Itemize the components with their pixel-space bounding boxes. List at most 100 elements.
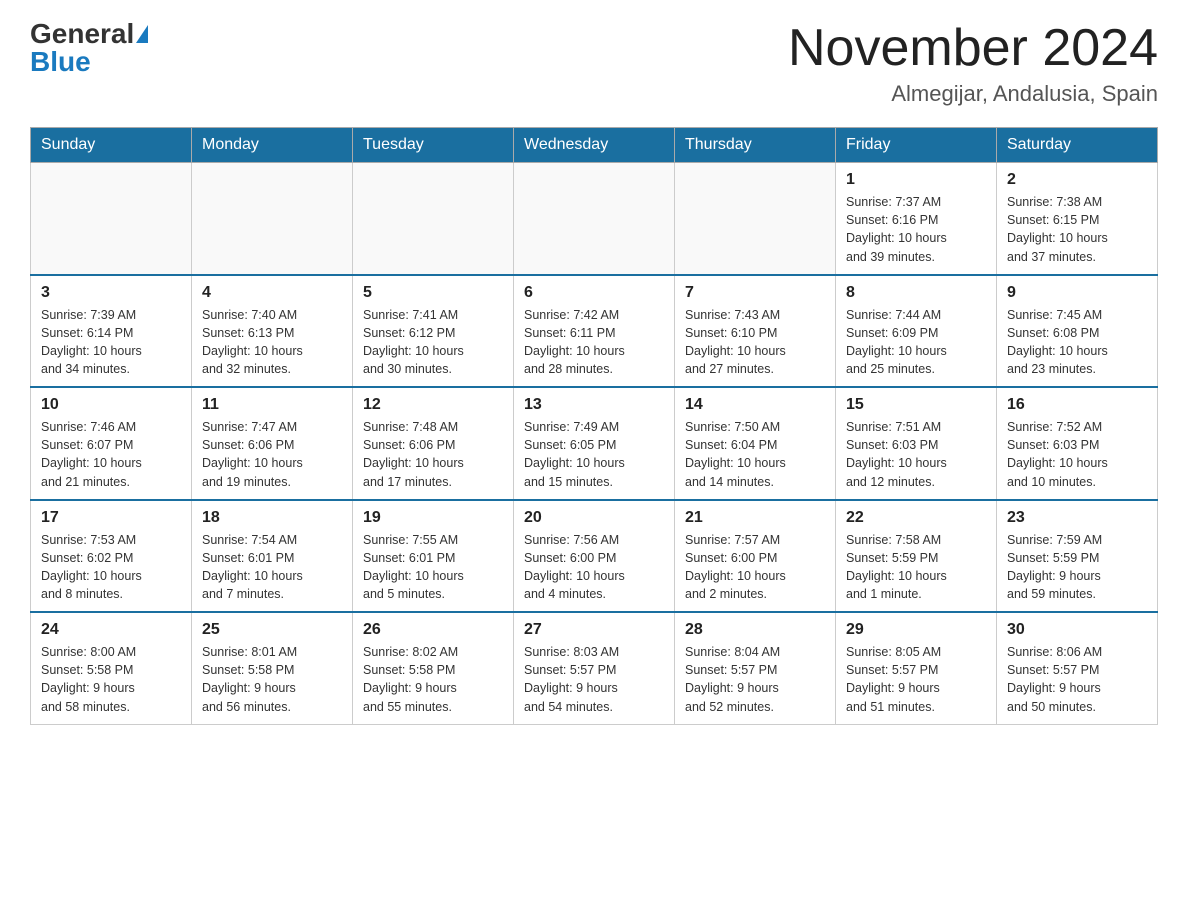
day-number: 24 (41, 621, 181, 639)
day-number: 19 (363, 509, 503, 527)
day-number: 4 (202, 284, 342, 302)
day-number: 7 (685, 284, 825, 302)
day-number: 6 (524, 284, 664, 302)
calendar-cell: 18 Sunrise: 7:54 AMSunset: 6:01 PMDayligh… (192, 500, 353, 613)
column-header-wednesday: Wednesday (514, 128, 675, 163)
day-number: 16 (1007, 396, 1147, 414)
calendar-week-row: 3 Sunrise: 7:39 AMSunset: 6:14 PMDaylight… (31, 275, 1158, 388)
day-info: Sunrise: 7:41 AMSunset: 6:12 PMDaylight:… (363, 306, 503, 379)
day-number: 13 (524, 396, 664, 414)
calendar-cell: 23Sunrise: 7:59 AMSunset: 5:59 PMDayligh… (997, 500, 1158, 613)
calendar-cell: 25 Sunrise: 8:01 AMSunset: 5:58 PMDayligh… (192, 612, 353, 724)
day-info: Sunrise: 7:46 AMSunset: 6:07 PMDaylight:… (41, 418, 181, 491)
day-info: Sunrise: 7:49 AMSunset: 6:05 PMDaylight:… (524, 418, 664, 491)
day-info: Sunrise: 8:02 AMSunset: 5:58 PMDaylight:… (363, 643, 503, 716)
day-number: 23 (1007, 509, 1147, 527)
day-info: Sunrise: 7:54 AMSunset: 6:01 PMDaylight:… (202, 531, 342, 604)
day-info: Sunrise: 7:56 AMSunset: 6:00 PMDaylight:… (524, 531, 664, 604)
day-number: 14 (685, 396, 825, 414)
day-info: Sunrise: 7:52 AMSunset: 6:03 PMDaylight:… (1007, 418, 1147, 491)
calendar-cell: 15Sunrise: 7:51 AMSunset: 6:03 PMDayligh… (836, 387, 997, 500)
calendar-cell: 5Sunrise: 7:41 AMSunset: 6:12 PMDaylight… (353, 275, 514, 388)
calendar-cell: 1 Sunrise: 7:37 AMSunset: 6:16 PMDaylight… (836, 163, 997, 275)
calendar-cell: 28 Sunrise: 8:04 AMSunset: 5:57 PMDayligh… (675, 612, 836, 724)
column-header-tuesday: Tuesday (353, 128, 514, 163)
day-info: Sunrise: 7:39 AMSunset: 6:14 PMDaylight:… (41, 306, 181, 379)
day-number: 8 (846, 284, 986, 302)
day-number: 11 (202, 396, 342, 414)
day-number: 18 (202, 509, 342, 527)
month-title: November 2024 (788, 20, 1158, 77)
calendar-cell: 19 Sunrise: 7:55 AMSunset: 6:01 PMDayligh… (353, 500, 514, 613)
day-number: 21 (685, 509, 825, 527)
day-info: Sunrise: 8:03 AMSunset: 5:57 PMDaylight:… (524, 643, 664, 716)
calendar-week-row: 17 Sunrise: 7:53 AMSunset: 6:02 PMDayligh… (31, 500, 1158, 613)
logo: General Blue (30, 20, 148, 76)
title-block: November 2024 Almegijar, Andalusia, Spai… (788, 20, 1158, 107)
day-number: 20 (524, 509, 664, 527)
calendar-cell: 8Sunrise: 7:44 AMSunset: 6:09 PMDaylight… (836, 275, 997, 388)
calendar-cell: 29Sunrise: 8:05 AMSunset: 5:57 PMDayligh… (836, 612, 997, 724)
day-info: Sunrise: 7:48 AMSunset: 6:06 PMDaylight:… (363, 418, 503, 491)
calendar-cell (192, 163, 353, 275)
day-number: 10 (41, 396, 181, 414)
logo-triangle-icon (136, 25, 148, 43)
column-header-sunday: Sunday (31, 128, 192, 163)
calendar-cell: 14 Sunrise: 7:50 AMSunset: 6:04 PMDayligh… (675, 387, 836, 500)
day-info: Sunrise: 7:47 AMSunset: 6:06 PMDaylight:… (202, 418, 342, 491)
calendar-cell (514, 163, 675, 275)
calendar-cell: 16 Sunrise: 7:52 AMSunset: 6:03 PMDayligh… (997, 387, 1158, 500)
day-number: 9 (1007, 284, 1147, 302)
column-header-monday: Monday (192, 128, 353, 163)
calendar-cell: 12 Sunrise: 7:48 AMSunset: 6:06 PMDayligh… (353, 387, 514, 500)
column-header-thursday: Thursday (675, 128, 836, 163)
column-header-saturday: Saturday (997, 128, 1158, 163)
day-info: Sunrise: 8:04 AMSunset: 5:57 PMDaylight:… (685, 643, 825, 716)
calendar-cell (31, 163, 192, 275)
day-number: 2 (1007, 171, 1147, 189)
calendar-week-row: 24 Sunrise: 8:00 AMSunset: 5:58 PMDayligh… (31, 612, 1158, 724)
calendar-cell: 22 Sunrise: 7:58 AMSunset: 5:59 PMDayligh… (836, 500, 997, 613)
logo-blue-text: Blue (30, 48, 91, 76)
calendar-cell: 13 Sunrise: 7:49 AMSunset: 6:05 PMDayligh… (514, 387, 675, 500)
calendar-cell: 27 Sunrise: 8:03 AMSunset: 5:57 PMDayligh… (514, 612, 675, 724)
day-info: Sunrise: 7:57 AMSunset: 6:00 PMDaylight:… (685, 531, 825, 604)
calendar-cell: 2Sunrise: 7:38 AMSunset: 6:15 PMDaylight… (997, 163, 1158, 275)
calendar-cell: 4Sunrise: 7:40 AMSunset: 6:13 PMDaylight… (192, 275, 353, 388)
day-number: 25 (202, 621, 342, 639)
day-number: 1 (846, 171, 986, 189)
day-info: Sunrise: 7:42 AMSunset: 6:11 PMDaylight:… (524, 306, 664, 379)
calendar-cell: 20 Sunrise: 7:56 AMSunset: 6:00 PMDayligh… (514, 500, 675, 613)
logo-general-text: General (30, 20, 134, 48)
day-info: Sunrise: 7:45 AMSunset: 6:08 PMDaylight:… (1007, 306, 1147, 379)
calendar-cell (675, 163, 836, 275)
day-info: Sunrise: 7:51 AMSunset: 6:03 PMDaylight:… (846, 418, 986, 491)
day-info: Sunrise: 7:50 AMSunset: 6:04 PMDaylight:… (685, 418, 825, 491)
location-title: Almegijar, Andalusia, Spain (788, 81, 1158, 107)
day-info: Sunrise: 7:58 AMSunset: 5:59 PMDaylight:… (846, 531, 986, 604)
column-header-friday: Friday (836, 128, 997, 163)
day-info: Sunrise: 8:01 AMSunset: 5:58 PMDaylight:… (202, 643, 342, 716)
day-number: 17 (41, 509, 181, 527)
day-number: 27 (524, 621, 664, 639)
calendar-header-row: SundayMondayTuesdayWednesdayThursdayFrid… (31, 128, 1158, 163)
calendar-cell: 17 Sunrise: 7:53 AMSunset: 6:02 PMDayligh… (31, 500, 192, 613)
day-number: 22 (846, 509, 986, 527)
day-info: Sunrise: 7:53 AMSunset: 6:02 PMDaylight:… (41, 531, 181, 604)
calendar-cell: 6 Sunrise: 7:42 AMSunset: 6:11 PMDaylight… (514, 275, 675, 388)
day-number: 26 (363, 621, 503, 639)
calendar-cell: 30 Sunrise: 8:06 AMSunset: 5:57 PMDayligh… (997, 612, 1158, 724)
day-number: 3 (41, 284, 181, 302)
day-number: 28 (685, 621, 825, 639)
day-info: Sunrise: 7:37 AMSunset: 6:16 PMDaylight:… (846, 193, 986, 266)
day-info: Sunrise: 8:06 AMSunset: 5:57 PMDaylight:… (1007, 643, 1147, 716)
calendar-cell: 7Sunrise: 7:43 AMSunset: 6:10 PMDaylight… (675, 275, 836, 388)
day-info: Sunrise: 7:55 AMSunset: 6:01 PMDaylight:… (363, 531, 503, 604)
day-info: Sunrise: 8:05 AMSunset: 5:57 PMDaylight:… (846, 643, 986, 716)
calendar-cell: 11 Sunrise: 7:47 AMSunset: 6:06 PMDayligh… (192, 387, 353, 500)
day-number: 12 (363, 396, 503, 414)
calendar-cell (353, 163, 514, 275)
day-info: Sunrise: 8:00 AMSunset: 5:58 PMDaylight:… (41, 643, 181, 716)
day-number: 30 (1007, 621, 1147, 639)
calendar-cell: 21 Sunrise: 7:57 AMSunset: 6:00 PMDayligh… (675, 500, 836, 613)
